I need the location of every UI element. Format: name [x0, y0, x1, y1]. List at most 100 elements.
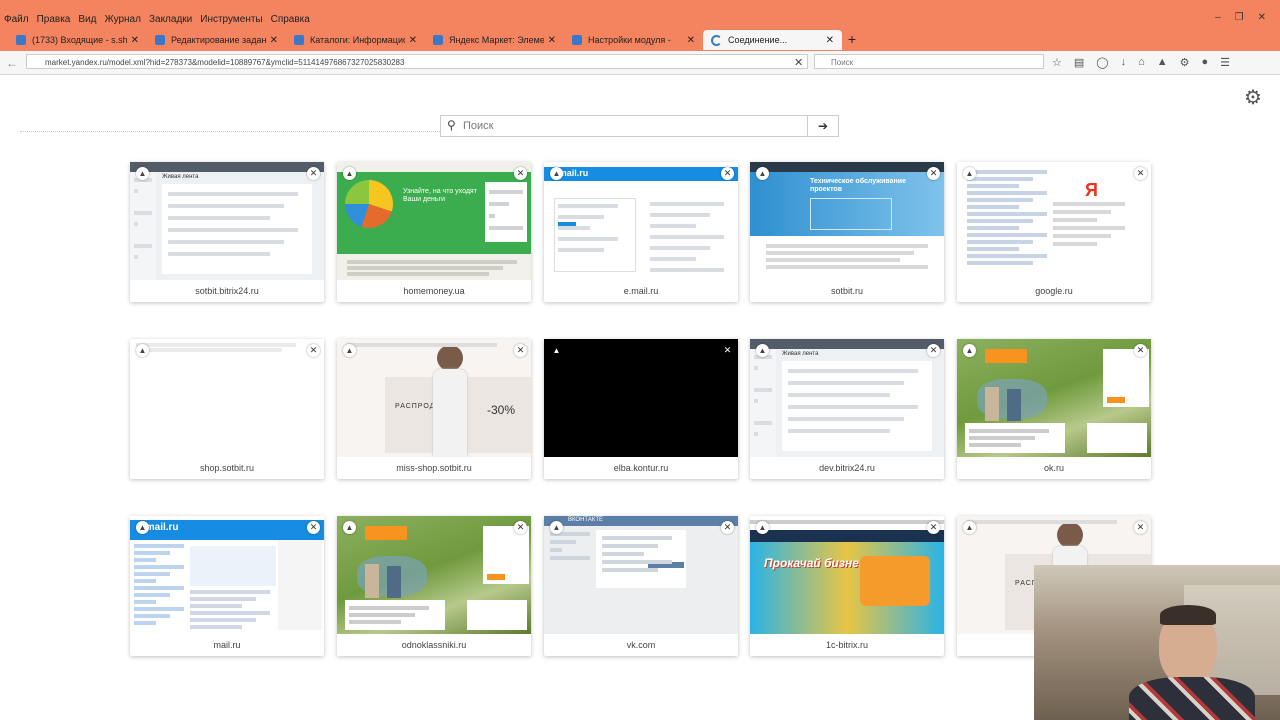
- site-thumbnail[interactable]: [130, 339, 324, 457]
- menu-file[interactable]: Файл: [0, 12, 33, 28]
- site-label[interactable]: 1c-bitrix.ru: [750, 640, 944, 650]
- site-label[interactable]: elba.kontur.ru: [544, 463, 738, 473]
- pin-icon[interactable]: ▲: [343, 521, 356, 534]
- tab-close-icon[interactable]: ✕: [687, 35, 695, 46]
- remove-tile-icon[interactable]: ✕: [514, 521, 527, 534]
- site-label[interactable]: shop.sotbit.ru: [130, 463, 324, 473]
- top-site-tile[interactable]: ▲ ✕ elba.kontur.ru: [544, 339, 738, 479]
- back-icon[interactable]: ←: [6, 56, 18, 70]
- site-thumbnail[interactable]: Прокачай бизнес: [750, 516, 944, 634]
- site-label[interactable]: miss-shop.sotbit.ru: [337, 463, 531, 473]
- chat-icon[interactable]: ●: [1202, 56, 1209, 69]
- settings-gear-icon[interactable]: ⚙: [1244, 85, 1262, 110]
- search-field[interactable]: Поиск: [814, 54, 1044, 69]
- site-thumbnail[interactable]: Техническое обслуживание проектов: [750, 162, 944, 280]
- remove-tile-icon[interactable]: ✕: [721, 521, 734, 534]
- pin-icon[interactable]: ▲: [343, 167, 356, 180]
- tab-close-icon[interactable]: ✕: [131, 35, 139, 46]
- top-site-tile[interactable]: ▲ ✕ odnoklassniki.ru: [337, 516, 531, 656]
- menu-bookmarks[interactable]: Закладки: [145, 12, 196, 28]
- site-label[interactable]: google.ru: [957, 286, 1151, 296]
- pin-icon[interactable]: ▲: [550, 521, 563, 534]
- tab-edit-task[interactable]: Редактирование задания - ✕: [147, 30, 286, 50]
- site-thumbnail[interactable]: @mail.ru: [544, 162, 738, 280]
- site-label[interactable]: homemoney.ua: [337, 286, 531, 296]
- new-tab-button[interactable]: +: [842, 30, 862, 50]
- pin-icon[interactable]: ▲: [963, 344, 976, 357]
- remove-tile-icon[interactable]: ✕: [307, 521, 320, 534]
- share-icon[interactable]: ▲: [1157, 56, 1168, 69]
- hamburger-menu-icon[interactable]: ☰: [1220, 56, 1230, 69]
- site-thumbnail[interactable]: [337, 516, 531, 634]
- tab-connecting[interactable]: Соединение... ✕: [703, 30, 842, 50]
- pocket-icon[interactable]: ◯: [1096, 56, 1108, 69]
- pin-icon[interactable]: ▲: [343, 344, 356, 357]
- addon-icon[interactable]: ⚙: [1180, 56, 1190, 69]
- home-icon[interactable]: ⌂: [1138, 56, 1145, 69]
- site-thumbnail[interactable]: РАСПРОДАЖА -30%: [337, 339, 531, 457]
- tab-module-settings[interactable]: Настройки модуля - ✕: [564, 30, 703, 50]
- remove-tile-icon[interactable]: ✕: [514, 344, 527, 357]
- remove-tile-icon[interactable]: ✕: [1134, 167, 1147, 180]
- top-site-tile[interactable]: ▲ ✕ shop.sotbit.ru: [130, 339, 324, 479]
- site-label[interactable]: mail.ru: [130, 640, 324, 650]
- remove-tile-icon[interactable]: ✕: [307, 167, 320, 180]
- pin-icon[interactable]: ▲: [756, 167, 769, 180]
- remove-tile-icon[interactable]: ✕: [721, 167, 734, 180]
- top-site-tile[interactable]: Прокачай бизнес ▲ ✕ 1c-bitrix.ru: [750, 516, 944, 656]
- pin-icon[interactable]: ▲: [550, 344, 563, 357]
- minimize-icon[interactable]: –: [1215, 12, 1221, 23]
- site-label[interactable]: sotbit.bitrix24.ru: [130, 286, 324, 296]
- stop-icon[interactable]: ✕: [794, 56, 803, 69]
- top-site-tile[interactable]: @mail.ru ▲ ✕ e.mail.ru: [544, 162, 738, 302]
- pin-icon[interactable]: ▲: [963, 167, 976, 180]
- top-site-tile[interactable]: ▲ ✕ ok.ru: [957, 339, 1151, 479]
- top-site-tile[interactable]: @mail.ru ▲ ✕ mail.ru: [130, 516, 324, 656]
- site-thumbnail[interactable]: ВКОНТАКТЕ: [544, 516, 738, 634]
- pin-icon[interactable]: ▲: [963, 521, 976, 534]
- remove-tile-icon[interactable]: ✕: [927, 521, 940, 534]
- newtab-search-input[interactable]: ⚲ Поиск: [440, 115, 808, 137]
- search-go-button[interactable]: ➔: [808, 115, 839, 137]
- site-label[interactable]: dev.bitrix24.ru: [750, 463, 944, 473]
- menu-edit[interactable]: Правка: [33, 12, 75, 28]
- top-site-tile[interactable]: Живая лента ▲ ✕ dev.bitrix24.ru: [750, 339, 944, 479]
- top-site-tile[interactable]: Живая лента ▲ ✕ sotbit.bitrix24.ru: [130, 162, 324, 302]
- site-label[interactable]: e.mail.ru: [544, 286, 738, 296]
- pin-icon[interactable]: ▲: [136, 167, 149, 180]
- tab-close-icon[interactable]: ✕: [826, 35, 834, 46]
- tab-catalogs[interactable]: Каталоги: Информацион... ✕: [286, 30, 425, 50]
- top-site-tile[interactable]: Я ▲ ✕ google.ru: [957, 162, 1151, 302]
- remove-tile-icon[interactable]: ✕: [307, 344, 320, 357]
- tab-inbox[interactable]: (1733) Входящие - s.shash... ✕: [8, 30, 147, 50]
- site-thumbnail[interactable]: Живая лента: [750, 339, 944, 457]
- site-thumbnail[interactable]: Узнайте, на что уходят Ваши деньги: [337, 162, 531, 280]
- remove-tile-icon[interactable]: ✕: [927, 167, 940, 180]
- pin-icon[interactable]: ▲: [756, 521, 769, 534]
- tab-yandex-market[interactable]: Яндекс Маркет: Элемент... ✕: [425, 30, 564, 50]
- address-bar[interactable]: market.yandex.ru/model.xml?hid=278373&mo…: [26, 54, 808, 69]
- download-icon[interactable]: ↓: [1121, 56, 1127, 69]
- top-site-tile[interactable]: Узнайте, на что уходят Ваши деньги ▲ ✕ h…: [337, 162, 531, 302]
- bookmarks-list-icon[interactable]: ▤: [1074, 56, 1084, 69]
- site-label[interactable]: vk.com: [544, 640, 738, 650]
- restore-icon[interactable]: ❐: [1235, 12, 1244, 23]
- site-thumbnail[interactable]: @mail.ru: [130, 516, 324, 634]
- tab-close-icon[interactable]: ✕: [548, 35, 556, 46]
- site-thumbnail[interactable]: [957, 339, 1151, 457]
- site-thumbnail[interactable]: [544, 339, 738, 457]
- site-thumbnail[interactable]: Живая лента: [130, 162, 324, 280]
- close-window-icon[interactable]: ✕: [1258, 12, 1266, 23]
- site-label[interactable]: ok.ru: [957, 463, 1151, 473]
- remove-tile-icon[interactable]: ✕: [1134, 521, 1147, 534]
- tab-close-icon[interactable]: ✕: [409, 35, 417, 46]
- site-label[interactable]: odnoklassniki.ru: [337, 640, 531, 650]
- remove-tile-icon[interactable]: ✕: [927, 344, 940, 357]
- top-site-tile[interactable]: ВКОНТАКТЕ ▲ ✕ vk.com: [544, 516, 738, 656]
- remove-tile-icon[interactable]: ✕: [514, 167, 527, 180]
- top-site-tile[interactable]: Техническое обслуживание проектов ▲ ✕ so…: [750, 162, 944, 302]
- menu-history[interactable]: Журнал: [100, 12, 145, 28]
- site-thumbnail[interactable]: Я: [957, 162, 1151, 280]
- pin-icon[interactable]: ▲: [756, 344, 769, 357]
- pin-icon[interactable]: ▲: [550, 167, 563, 180]
